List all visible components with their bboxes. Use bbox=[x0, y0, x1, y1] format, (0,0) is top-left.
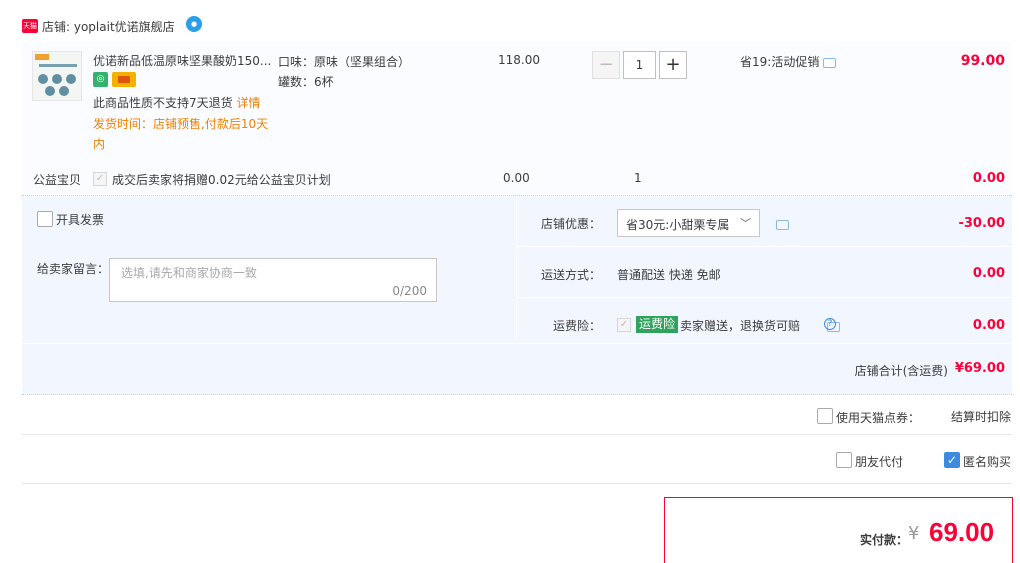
promotion-text: 省19:活动促销 bbox=[740, 55, 820, 69]
insurance-text: 卖家赠送，退换货可赔 bbox=[680, 319, 801, 333]
help-question-icon[interactable]: ? bbox=[824, 318, 836, 330]
discount-comment-icon[interactable] bbox=[776, 219, 789, 230]
payment-label: 实付款： bbox=[860, 533, 909, 547]
decrease-quantity-button[interactable]: − bbox=[592, 51, 620, 79]
friend-pay-label[interactable]: 朋友代付 bbox=[855, 453, 903, 470]
promotion-comment-icon[interactable] bbox=[823, 57, 837, 68]
insurance-amount: 0.00 bbox=[972, 318, 1005, 333]
invoice-label[interactable]: 开具发票 bbox=[56, 211, 104, 228]
shipping-method-value: 普通配送 快递 免邮 bbox=[617, 268, 721, 282]
friend-pay-checkbox[interactable] bbox=[836, 452, 852, 468]
divider bbox=[22, 483, 1012, 484]
insurance-badge: 运费险 bbox=[636, 316, 679, 333]
return-policy-text: 此商品性质不支持7天退货 bbox=[93, 96, 233, 110]
item-promotion: 省19:活动促销 bbox=[740, 53, 837, 70]
divider bbox=[517, 246, 1012, 247]
divider bbox=[22, 394, 1012, 395]
message-label: 给卖家留言： bbox=[37, 262, 110, 276]
credit-card-icon[interactable] bbox=[112, 72, 136, 87]
message-placeholder: 选填,请先和商家协商一致 bbox=[121, 266, 257, 280]
wangwang-chat-icon[interactable]: ● bbox=[186, 16, 202, 32]
chevron-down-icon: ﹀ bbox=[740, 217, 751, 230]
anonymous-purchase-checkbox[interactable]: ✓ bbox=[944, 452, 960, 468]
product-title-link[interactable]: 优诺新品低温原味坚果酸奶150... bbox=[93, 52, 271, 69]
store-discount-select[interactable]: 省30元:小甜栗专属 ﹀ bbox=[617, 209, 760, 237]
shipping-method-label: 运送方式： bbox=[541, 268, 602, 282]
divider bbox=[22, 434, 1012, 435]
message-char-count: 0/200 bbox=[392, 284, 427, 298]
spec-flavor: 口味：原味（坚果组合） bbox=[278, 55, 411, 69]
charity-text: 成交后卖家将捐赠0.02元给公益宝贝计划 bbox=[112, 173, 331, 187]
item-subtotal: 99.00 bbox=[960, 53, 1005, 69]
increase-quantity-button[interactable]: + bbox=[659, 51, 687, 79]
store-total-value: ¥69.00 bbox=[954, 361, 1005, 376]
invoice-checkbox[interactable] bbox=[37, 211, 53, 227]
quantity-input[interactable]: 1 bbox=[623, 51, 656, 79]
shipping-amount: 0.00 bbox=[972, 266, 1005, 281]
tmall-badge-icon: 天猫 bbox=[22, 19, 38, 33]
insurance-label: 运费险： bbox=[553, 319, 602, 333]
divider bbox=[517, 297, 1012, 298]
shipping-time-note: 发货时间：店铺预售,付款后10天内 bbox=[93, 117, 269, 151]
charity-quantity: 1 bbox=[634, 171, 642, 185]
insurance-checkbox: ✓ bbox=[617, 318, 631, 332]
return-policy-note: 此商品性质不支持7天退货 详情 bbox=[93, 94, 260, 111]
store-discount-label: 店铺优惠： bbox=[541, 217, 602, 231]
service-guarantee-icon[interactable]: ◎ bbox=[93, 72, 108, 87]
return-policy-details-link[interactable]: 详情 bbox=[236, 96, 260, 110]
charity-label: 公益宝贝 bbox=[33, 173, 82, 187]
tmall-points-label[interactable]: 使用天猫点券： bbox=[836, 409, 920, 426]
anonymous-purchase-label[interactable]: 匿名购买 bbox=[963, 453, 1011, 470]
payment-currency: ¥ bbox=[908, 523, 920, 544]
product-spec: 口味：原味（坚果组合） 罐数：6杯 bbox=[278, 52, 410, 92]
payment-amount: 69.00 bbox=[929, 517, 995, 547]
unit-price: 118.00 bbox=[498, 53, 540, 67]
charity-subtotal: 0.00 bbox=[972, 171, 1005, 186]
seller-message-textarea[interactable]: 选填,请先和商家协商一致 0/200 bbox=[109, 258, 437, 302]
discount-selected-value: 省30元:小甜栗专属 bbox=[626, 218, 730, 232]
discount-amount: -30.00 bbox=[958, 216, 1005, 231]
payment-summary: 实付款： ¥ 69.00 bbox=[664, 497, 1013, 563]
divider bbox=[22, 343, 1012, 344]
store-name[interactable]: 店铺: yoplait优诺旗舰店 bbox=[42, 18, 175, 35]
charity-checkbox: ✓ bbox=[93, 172, 107, 186]
tmall-points-value: 结算时扣除 bbox=[951, 410, 1012, 424]
charity-price: 0.00 bbox=[503, 171, 530, 185]
quantity-stepper: − 1 + bbox=[592, 51, 688, 79]
spec-count: 罐数：6杯 bbox=[278, 75, 334, 89]
store-total-label: 店铺合计(含运费) bbox=[854, 364, 948, 378]
product-thumbnail[interactable] bbox=[32, 51, 82, 101]
tmall-points-checkbox[interactable] bbox=[817, 408, 833, 424]
divider bbox=[516, 196, 517, 343]
